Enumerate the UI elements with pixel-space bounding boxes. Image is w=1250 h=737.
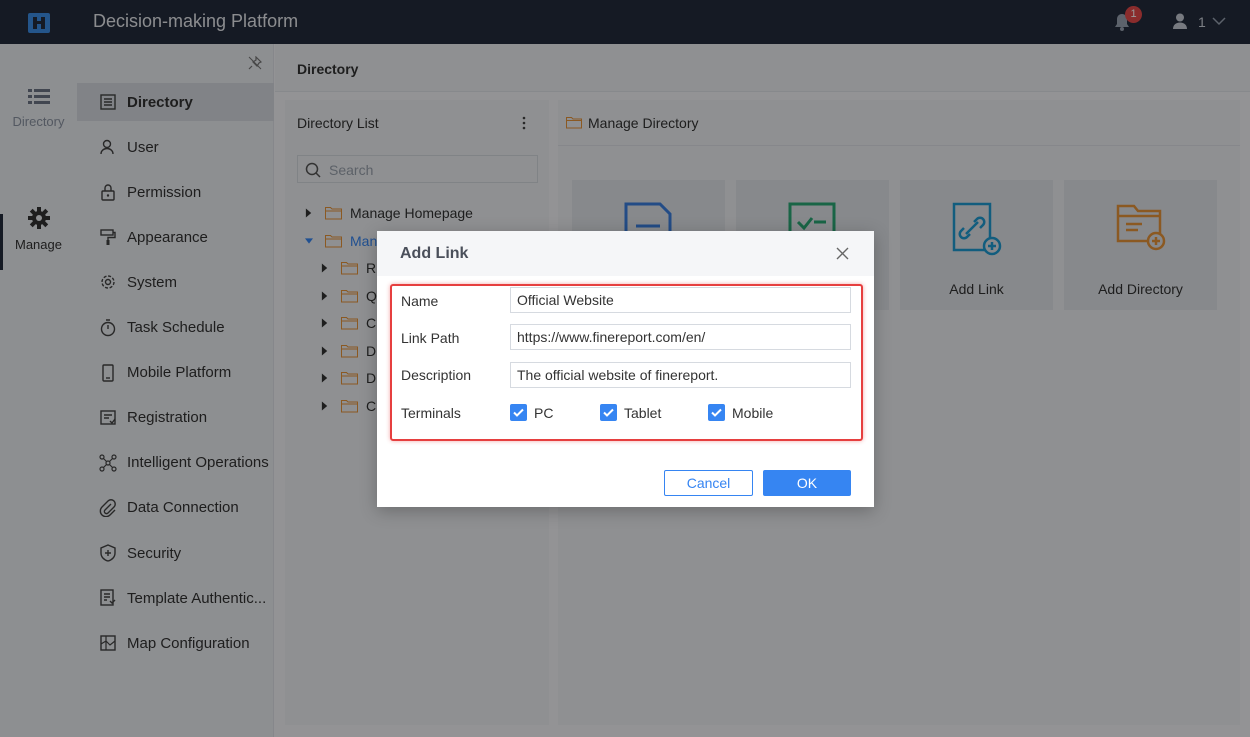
- description-label: Description: [401, 367, 472, 383]
- mobile-checkbox[interactable]: Mobile: [708, 404, 773, 421]
- dialog-header: Add Link: [377, 231, 874, 276]
- description-field[interactable]: The official website of finereport.: [510, 362, 851, 388]
- mobile-label: Mobile: [732, 404, 774, 421]
- name-label: Name: [401, 293, 439, 309]
- terminals-label: Terminals: [401, 405, 461, 421]
- close-icon[interactable]: [836, 247, 849, 260]
- pc-checkbox[interactable]: PC: [510, 404, 553, 421]
- ok-button[interactable]: OK: [763, 470, 851, 496]
- dialog-title: Add Link: [400, 245, 469, 262]
- link-path-label: Link Path: [401, 330, 460, 346]
- tablet-label: Tablet: [624, 404, 662, 421]
- checkbox-checked-icon: [600, 404, 617, 421]
- name-field[interactable]: Official Website: [510, 287, 851, 313]
- add-link-dialog: Add Link Name Official Website Link Path…: [377, 231, 874, 507]
- pc-label: PC: [534, 404, 554, 421]
- checkbox-checked-icon: [708, 404, 725, 421]
- tablet-checkbox[interactable]: Tablet: [600, 404, 661, 421]
- checkbox-checked-icon: [510, 404, 527, 421]
- cancel-button[interactable]: Cancel: [664, 470, 753, 496]
- link-path-field[interactable]: https://www.finereport.com/en/: [510, 324, 851, 350]
